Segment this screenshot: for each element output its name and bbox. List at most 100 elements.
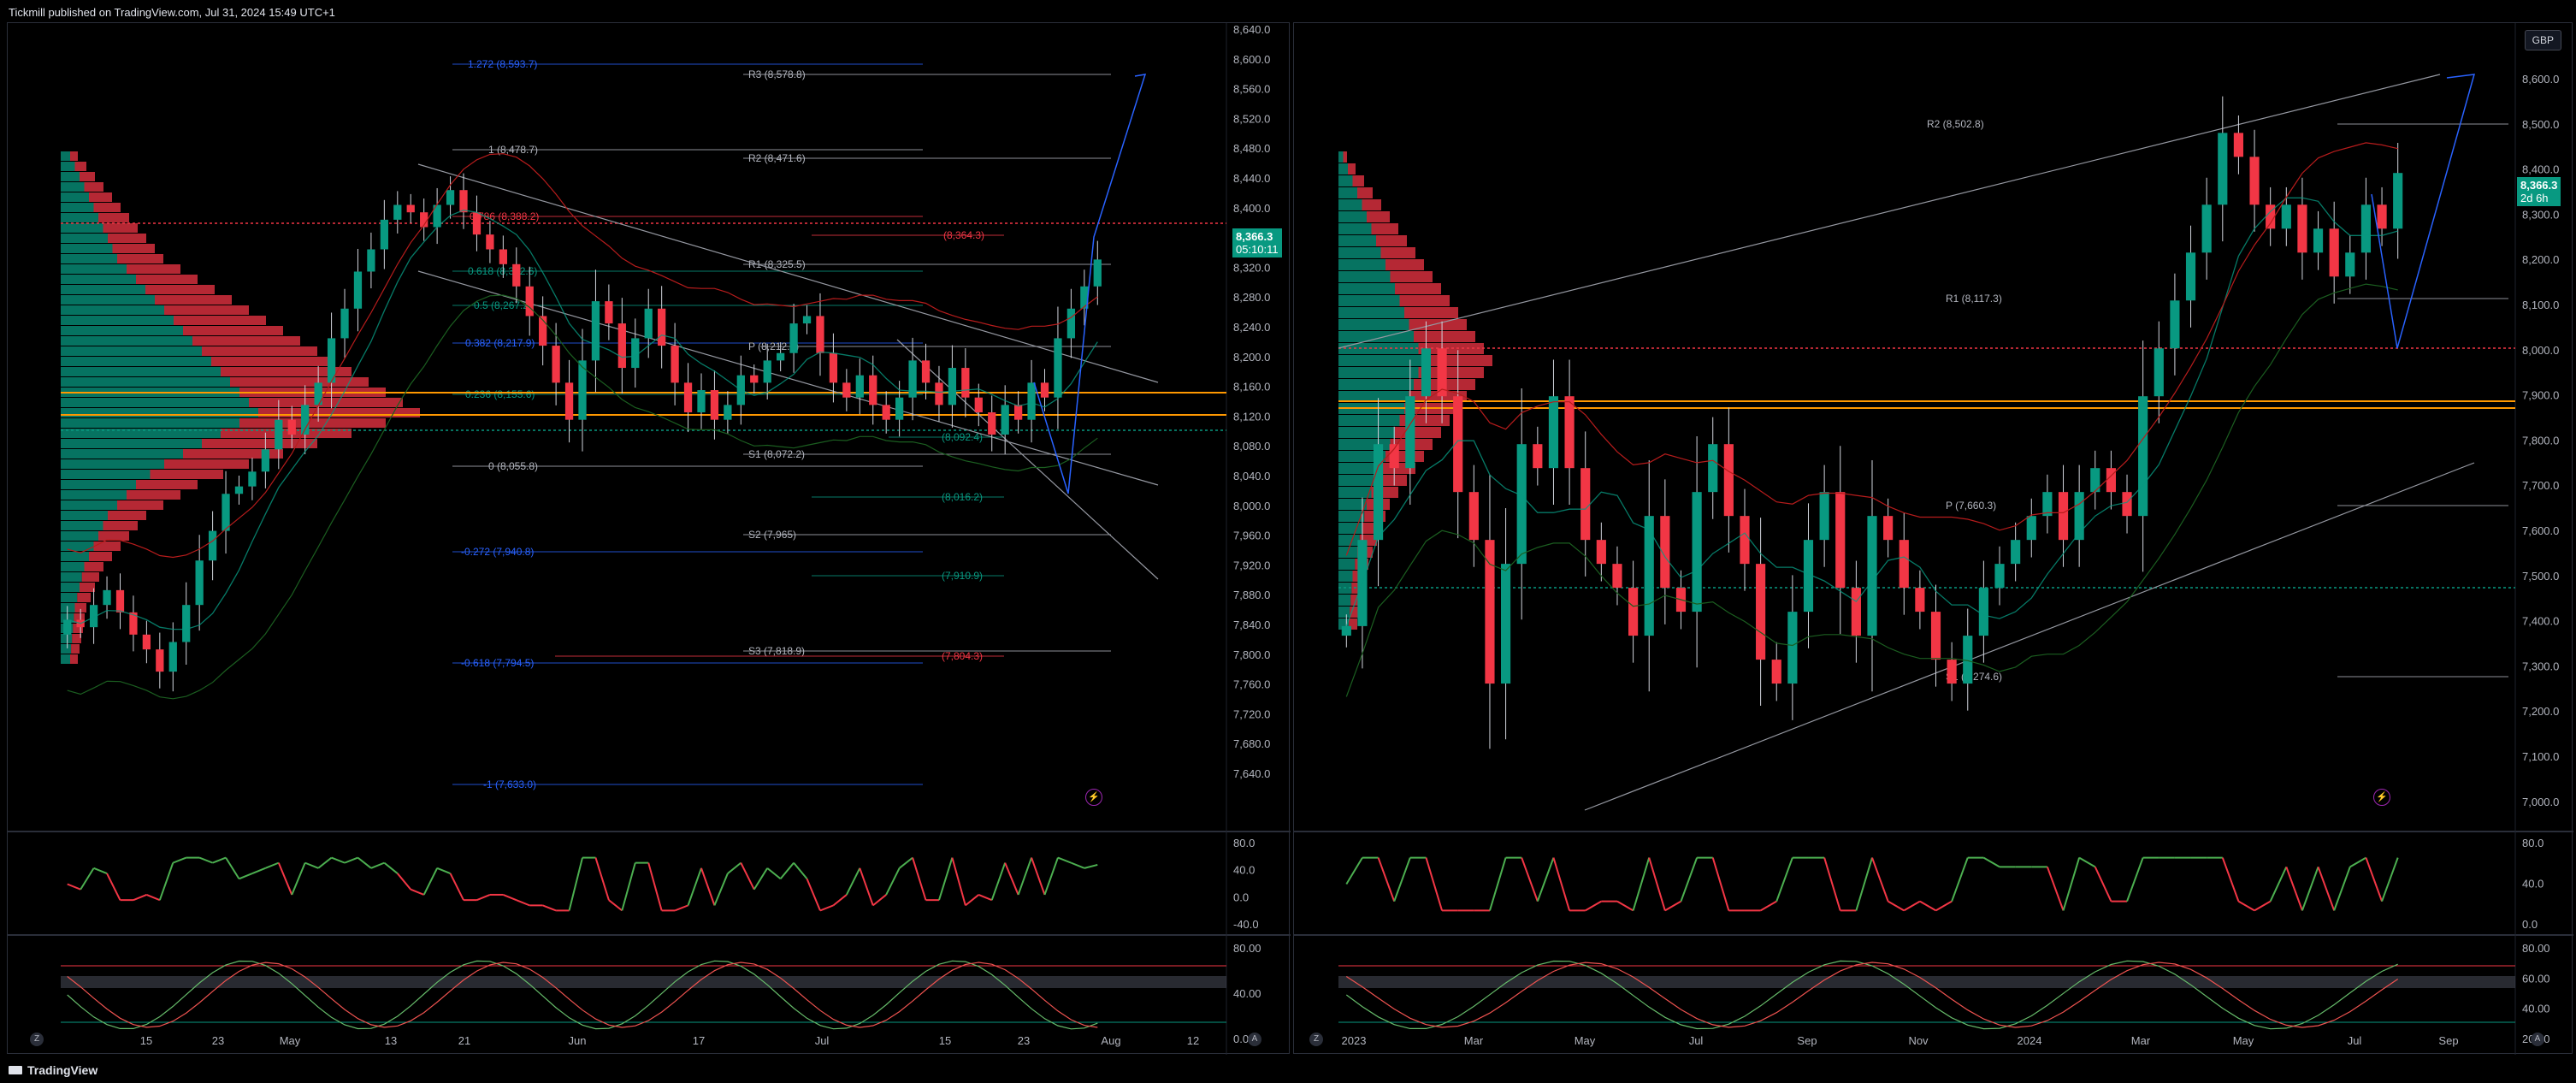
candle-body [2201, 204, 2212, 253]
rsi-line [542, 904, 557, 912]
price-axis-label: 7,920.0 [1233, 559, 1270, 571]
candle-body [617, 323, 626, 369]
left-chart-panel[interactable]: 1.272 (8,593.7) R3 (8,578.8) 1 (8,478.7) R2… [7, 22, 1291, 1055]
rsi-line [1057, 856, 1072, 864]
auto-scale-icon[interactable]: A [2531, 1033, 2544, 1046]
candle-body [2106, 468, 2116, 493]
rsi-line [990, 862, 1007, 901]
right-chart-svg[interactable]: R2 (8,502.8)R1 (8,117.3)P (7,660.3)S1 (7… [1294, 23, 2573, 1055]
rsi-line [2381, 857, 2399, 902]
time-axis-label: 15 [140, 1034, 152, 1047]
rsi-line [1982, 856, 2000, 868]
time-axis-label: 15 [939, 1034, 951, 1047]
rsi-line [674, 904, 688, 912]
volume-profile-bar-up [61, 439, 202, 448]
volume-profile-bar-up [61, 490, 127, 500]
volume-profile-bar-up [1338, 223, 1372, 234]
volume-profile-bar-up [1338, 559, 1356, 570]
volume-profile-bar-up [1338, 307, 1404, 318]
candle-body [1405, 396, 1415, 469]
rsi-line [2349, 856, 2366, 868]
volume-profile-bar-down [145, 285, 215, 294]
time-axis-label: Sep [2438, 1034, 2458, 1047]
lightning-icon[interactable]: ⚡ [1085, 789, 1102, 806]
rsi-line [1393, 857, 1411, 902]
volume-profile-bar-up [61, 316, 174, 325]
rsi-line [93, 867, 108, 874]
candle-body [1389, 444, 1399, 469]
rsi-line [1585, 900, 1602, 912]
rsi-line [2046, 867, 2065, 911]
volume-profile-bar-down [127, 264, 180, 274]
volume-profile-bar-down [80, 583, 95, 592]
candle-body [671, 346, 679, 383]
candle-body [314, 382, 322, 405]
stoch-k-line [1345, 960, 2398, 1030]
volume-profile-bar-up [61, 275, 136, 284]
candle-body [631, 338, 640, 369]
candle-body [2011, 540, 2021, 565]
time-axis-label: Aug [1101, 1034, 1120, 1047]
time-axis-label: 2024 [2018, 1034, 2042, 1047]
rsi-line [2285, 867, 2303, 911]
volume-profile-bar-down [93, 542, 121, 551]
lightning-icon[interactable]: ⚡ [2373, 789, 2390, 806]
stoch-midband [61, 976, 1226, 988]
auto-scale-icon[interactable]: A [1248, 1033, 1261, 1046]
candle-body [103, 589, 111, 606]
tradingview-logo-icon [9, 1066, 22, 1074]
rsi-line [502, 894, 517, 902]
rsi-line [436, 867, 451, 874]
price-axis-label: 7,960.0 [1233, 530, 1270, 542]
price-axis-label: 8,600.0 [2522, 73, 2559, 86]
volume-profile-bar-up [1338, 175, 1353, 186]
rsi-line [647, 862, 663, 911]
candle-body [658, 308, 666, 346]
price-axis-label: 7,600.0 [2522, 524, 2559, 537]
volume-profile-bar-up [61, 521, 103, 530]
volume-profile-bar-up [61, 572, 82, 582]
candle-body [1341, 625, 1351, 636]
rsi-axis-label: 40.0 [1233, 864, 1255, 877]
timezone-icon[interactable]: Z [1309, 1033, 1323, 1046]
rsi-line [1084, 863, 1098, 869]
stoch-axis-label: 60.00 [2522, 972, 2550, 985]
volume-profile-bar-down [1390, 271, 1433, 282]
rsi-axis-label: -40.0 [1233, 918, 1259, 931]
currency-selector[interactable]: GBP [2524, 30, 2561, 50]
candle-body [1819, 492, 1829, 541]
rsi-line [1888, 900, 1905, 912]
time-axis-label: Jun [569, 1034, 587, 1047]
candle-body [2154, 348, 2164, 397]
volume-profile-bar-down [136, 480, 198, 489]
candle-body [2297, 204, 2307, 253]
candle-body [921, 360, 931, 383]
candle-body [1978, 588, 1988, 636]
rsi-line [700, 867, 716, 906]
volume-profile-bar-up [1338, 199, 1362, 210]
volume-profile-bar-up [61, 192, 89, 202]
rsi-line [2062, 857, 2081, 911]
candle-body [406, 204, 415, 213]
rsi-line [317, 856, 333, 869]
right-chart-panel[interactable]: R2 (8,502.8) R1 (8,117.3) P (7,660.3) S1 (7… [1293, 22, 2573, 1055]
volume-profile-bar-down [202, 346, 317, 356]
left-chart-svg[interactable]: 1.272 (8,593.7)R3 (8,578.8)1 (8,478.7)R2… [8, 23, 1291, 1055]
tradingview-brand[interactable]: TradingView [9, 1063, 97, 1077]
timezone-icon[interactable]: Z [30, 1033, 44, 1046]
volume-profile-bar-down [98, 531, 129, 541]
rsi-line [859, 867, 874, 906]
left-last-price: 8,366.3 [1236, 230, 1273, 243]
price-axis-label: 8,400.0 [1233, 202, 1270, 215]
price-axis-label: 8,440.0 [1233, 172, 1270, 185]
price-axis-label: 8,400.0 [2522, 163, 2559, 176]
volume-profile-bar-up [61, 285, 145, 294]
volume-profile-bar-down [77, 593, 91, 602]
price-axis-label: 8,040.0 [1233, 470, 1270, 482]
candle-body [1548, 396, 1559, 469]
candle-body [1883, 516, 1894, 541]
trend-line [1584, 462, 2475, 811]
rsi-line [1017, 857, 1033, 896]
level-label: -1 (7,633.0) [483, 778, 536, 790]
volume-profile-bar-down [103, 521, 138, 530]
